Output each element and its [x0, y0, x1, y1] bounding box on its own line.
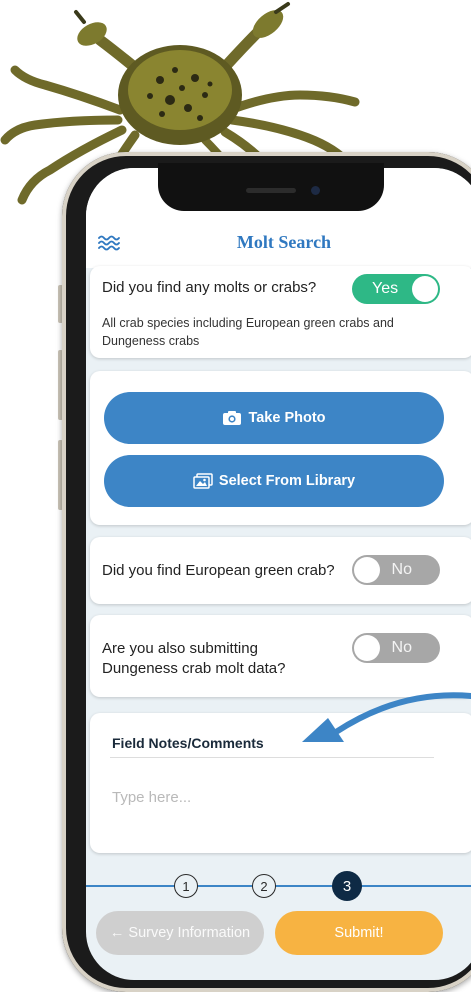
green-crab-question-label: Did you find European green crab? [102, 562, 335, 579]
molts-question-label: Did you find any molts or crabs? [102, 279, 317, 296]
take-photo-label: Take Photo [248, 410, 326, 426]
field-notes-title: Field Notes/Comments [112, 735, 264, 751]
page-title: Molt Search [236, 232, 332, 252]
molts-toggle-label: Yes [372, 280, 399, 297]
dungeness-question-line2: Dungeness crab molt data? [102, 660, 286, 677]
step-2[interactable]: 2 [252, 874, 276, 898]
dungeness-toggle[interactable]: No [352, 633, 440, 663]
dungeness-question-line1: Are you also submitting [102, 640, 258, 657]
dungeness-toggle-label: No [391, 639, 412, 656]
annotation-arrow [302, 692, 471, 742]
molts-question-card: Did you find any molts or crabs? Yes All… [90, 266, 471, 358]
toggle-knob [354, 635, 380, 661]
camera-icon [223, 411, 242, 425]
images-icon [193, 473, 213, 489]
field-notes-input[interactable] [110, 781, 414, 813]
molts-description: All crab species including European gree… [102, 316, 394, 348]
photo-card: Take Photo Select From Library [90, 371, 471, 525]
toggle-knob [412, 276, 438, 302]
molts-toggle[interactable]: Yes [352, 274, 440, 304]
step-1[interactable]: 1 [174, 874, 198, 898]
step-3[interactable]: 3 [332, 871, 362, 901]
green-crab-question-card: Did you find European green crab? No [90, 537, 471, 604]
take-photo-button[interactable]: Take Photo [104, 392, 444, 444]
green-crab-toggle[interactable]: No [352, 555, 440, 585]
stepper-track [86, 885, 471, 887]
submit-button[interactable]: Submit! [275, 911, 443, 955]
field-notes-divider [110, 757, 434, 758]
phone-camera [311, 186, 320, 195]
survey-information-back-button[interactable]: ← Survey Information [96, 911, 264, 955]
select-from-library-label: Select From Library [218, 473, 356, 489]
phone-notch [158, 163, 384, 211]
toggle-knob [354, 557, 380, 583]
app-screen: Molt Search Did you find any molts or cr… [86, 168, 471, 980]
green-crab-toggle-label: No [391, 561, 412, 578]
phone-speaker [246, 188, 296, 193]
select-from-library-button[interactable]: Select From Library [104, 455, 444, 507]
